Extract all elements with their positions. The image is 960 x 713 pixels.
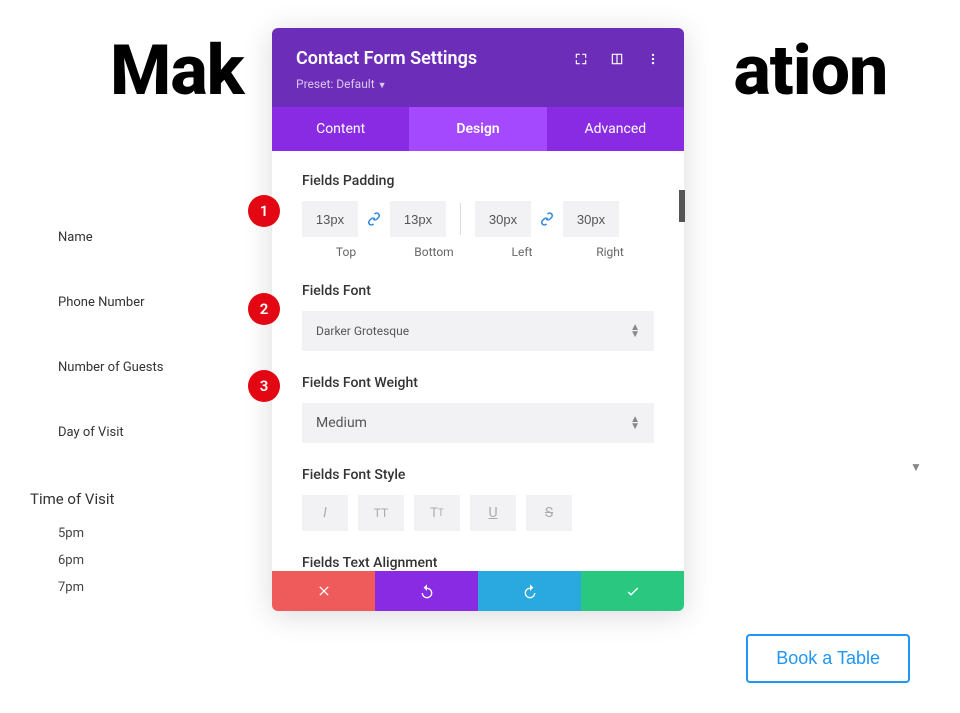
close-button[interactable] [272, 571, 375, 611]
strikethrough-button[interactable]: S [526, 495, 572, 531]
form-label-name[interactable]: Name [58, 230, 230, 245]
padding-side-left: Left [478, 245, 566, 259]
padding-bottom-input[interactable] [390, 201, 446, 237]
fields-align-label: Fields Text Alignment [302, 555, 654, 571]
weight-select[interactable]: Medium ▲▼ [302, 403, 654, 443]
padding-right-input[interactable] [563, 201, 619, 237]
tab-advanced[interactable]: Advanced [547, 107, 684, 151]
uppercase-button[interactable]: TT [358, 495, 404, 531]
tab-design[interactable]: Design [409, 107, 546, 151]
weight-value: Medium [316, 415, 367, 431]
fields-font-label: Fields Font [302, 283, 654, 299]
time-option-7pm[interactable]: 7pm [58, 580, 230, 595]
time-option-6pm[interactable]: 6pm [58, 553, 230, 568]
form-label-phone[interactable]: Phone Number [58, 295, 230, 310]
panel-tabs: Content Design Advanced [272, 107, 684, 151]
form-label-day[interactable]: Day of Visit [58, 425, 230, 440]
columns-icon[interactable] [610, 52, 624, 66]
padding-side-top: Top [302, 245, 390, 259]
padding-left-input[interactable] [475, 201, 531, 237]
time-option-5pm[interactable]: 5pm [58, 526, 230, 541]
annotation-badge-2: 2 [248, 293, 280, 325]
padding-side-right: Right [566, 245, 654, 259]
tab-content[interactable]: Content [272, 107, 409, 151]
panel-actions [272, 571, 684, 611]
annotation-badge-1: 1 [248, 195, 280, 227]
form-section-time: Time of Visit [30, 490, 230, 508]
more-icon[interactable] [646, 52, 660, 66]
form-label-guests[interactable]: Number of Guests [58, 360, 230, 375]
undo-button[interactable] [375, 571, 478, 611]
padding-top-input[interactable] [302, 201, 358, 237]
panel-title: Contact Form Settings [296, 48, 477, 69]
font-select[interactable]: Darker Grotesque ▲▼ [302, 311, 654, 351]
link-icon[interactable] [358, 201, 390, 237]
underline-button[interactable]: U [470, 495, 516, 531]
capitalize-button[interactable]: TT [414, 495, 460, 531]
background-form: Name Phone Number Number of Guests Day o… [30, 230, 230, 607]
annotation-badge-3: 3 [248, 370, 280, 402]
font-value: Darker Grotesque [316, 324, 409, 338]
select-arrows-icon: ▲▼ [630, 324, 640, 338]
preset-dropdown[interactable]: Preset: Default ▼ [296, 77, 660, 91]
book-table-button[interactable]: Book a Table [746, 634, 910, 683]
link-icon[interactable] [531, 201, 563, 237]
redo-button[interactable] [478, 571, 581, 611]
drag-handle[interactable] [679, 190, 685, 222]
select-arrows-icon: ▲▼ [630, 416, 640, 430]
fields-weight-label: Fields Font Weight [302, 375, 654, 391]
panel-header: Contact Form Settings Preset: Default ▼ [272, 28, 684, 107]
panel-body: Fields Padding Top Bottom Left Right Fie… [272, 151, 684, 571]
italic-button[interactable]: I [302, 495, 348, 531]
expand-icon[interactable] [574, 52, 588, 66]
fields-style-label: Fields Font Style [302, 467, 654, 483]
dropdown-arrow-icon[interactable]: ▼ [910, 460, 922, 474]
confirm-button[interactable] [581, 571, 684, 611]
fields-padding-label: Fields Padding [302, 173, 654, 189]
padding-side-bottom: Bottom [390, 245, 478, 259]
settings-panel: Contact Form Settings Preset: Default ▼ … [272, 28, 684, 611]
